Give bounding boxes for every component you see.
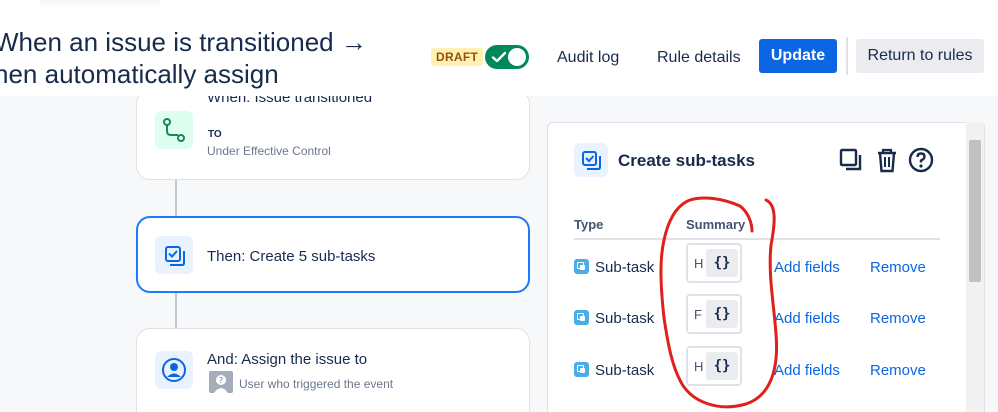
rule-enabled-toggle[interactable] xyxy=(485,45,529,69)
audit-log-button[interactable]: Audit log xyxy=(557,42,619,74)
svg-text:?: ? xyxy=(219,376,223,385)
create-subtasks-card[interactable]: Then: Create 5 sub-tasks xyxy=(136,216,530,293)
smart-value-button[interactable]: {} xyxy=(706,300,738,328)
transition-icon xyxy=(163,118,185,142)
type-column-header: Type xyxy=(574,217,604,232)
create-subtasks-panel: Create sub-tasks Type Summary Sub-task H… xyxy=(547,122,985,412)
help-icon[interactable] xyxy=(908,147,934,173)
rule-canvas: When: Issue transitioned TO Under Effect… xyxy=(0,96,998,412)
trash-icon[interactable] xyxy=(874,147,900,173)
subtask-type-2[interactable]: Sub-task xyxy=(574,310,654,327)
return-to-rules-button[interactable]: Return to rules xyxy=(856,39,984,73)
summary-value: H xyxy=(694,359,704,374)
subtask-icon xyxy=(574,362,589,377)
subtask-type-1[interactable]: Sub-task xyxy=(574,259,654,276)
add-fields-link-3[interactable]: Add fields xyxy=(774,362,840,379)
summary-value: H xyxy=(694,256,704,271)
rule-title[interactable]: When an issue is transitioned → hen auto… xyxy=(0,26,367,90)
subtask-type-label: Sub-task xyxy=(595,310,655,327)
check-icon xyxy=(491,51,507,63)
scrollbar-thumb[interactable] xyxy=(969,140,981,282)
user-icon xyxy=(162,358,186,382)
subtask-icon xyxy=(574,259,589,274)
top-edge-shadow xyxy=(40,0,160,10)
summary-input-2[interactable]: F {} xyxy=(686,294,742,334)
smart-value-button[interactable]: {} xyxy=(706,352,738,380)
rule-header: When an issue is transitioned → hen auto… xyxy=(0,0,998,96)
summary-value: F xyxy=(694,307,702,322)
smart-value-button[interactable]: {} xyxy=(706,249,738,277)
header-divider xyxy=(846,37,848,75)
rule-title-line-2: hen automatically assign xyxy=(0,59,279,89)
trigger-title: When: Issue transitioned xyxy=(207,96,373,106)
rule-details-button[interactable]: Rule details xyxy=(657,42,741,74)
assign-icon-box xyxy=(155,351,193,389)
subtask-type-3[interactable]: Sub-task xyxy=(574,362,654,379)
subtask-checklist-icon xyxy=(582,151,601,170)
assignee-label: User who triggered the event xyxy=(239,377,394,391)
panel-icon-box xyxy=(574,143,608,177)
action-title: Then: Create 5 sub-tasks xyxy=(207,248,376,265)
add-fields-link-2[interactable]: Add fields xyxy=(774,310,840,327)
trigger-to-label: TO xyxy=(208,129,222,140)
subtask-checklist-icon xyxy=(165,246,185,266)
trigger-card[interactable]: When: Issue transitioned TO Under Effect… xyxy=(136,96,530,180)
trigger-icon-box xyxy=(155,111,193,149)
update-button[interactable]: Update xyxy=(759,39,837,73)
summary-input-3[interactable]: H {} xyxy=(686,346,742,386)
remove-link-1[interactable]: Remove xyxy=(870,259,926,276)
column-header-divider xyxy=(574,238,940,240)
panel-scrollbar[interactable] xyxy=(966,122,984,412)
panel-title: Create sub-tasks xyxy=(618,151,756,170)
action-icon-box xyxy=(155,236,193,274)
draft-status-badge: DRAFT xyxy=(431,48,484,66)
summary-input-1[interactable]: H {} xyxy=(686,243,742,283)
question-avatar-icon: ? xyxy=(214,375,228,393)
duplicate-icon[interactable] xyxy=(838,147,864,173)
assign-issue-card[interactable]: And: Assign the issue to ? User who trig… xyxy=(136,328,530,412)
flow-connector-1 xyxy=(175,180,177,216)
subtask-type-label: Sub-task xyxy=(595,259,655,276)
unknown-user-avatar: ? xyxy=(209,371,233,393)
add-fields-link-1[interactable]: Add fields xyxy=(774,259,840,276)
remove-link-3[interactable]: Remove xyxy=(870,362,926,379)
subtask-icon xyxy=(574,310,589,325)
remove-link-2[interactable]: Remove xyxy=(870,310,926,327)
assign-title: And: Assign the issue to xyxy=(207,351,368,368)
trigger-status: Under Effective Control xyxy=(207,144,331,158)
subtask-type-label: Sub-task xyxy=(595,362,655,379)
rule-title-line-1: When an issue is transitioned → xyxy=(0,27,367,57)
flow-connector-2 xyxy=(175,292,177,328)
summary-column-header: Summary xyxy=(686,217,746,232)
toggle-knob xyxy=(508,48,526,66)
